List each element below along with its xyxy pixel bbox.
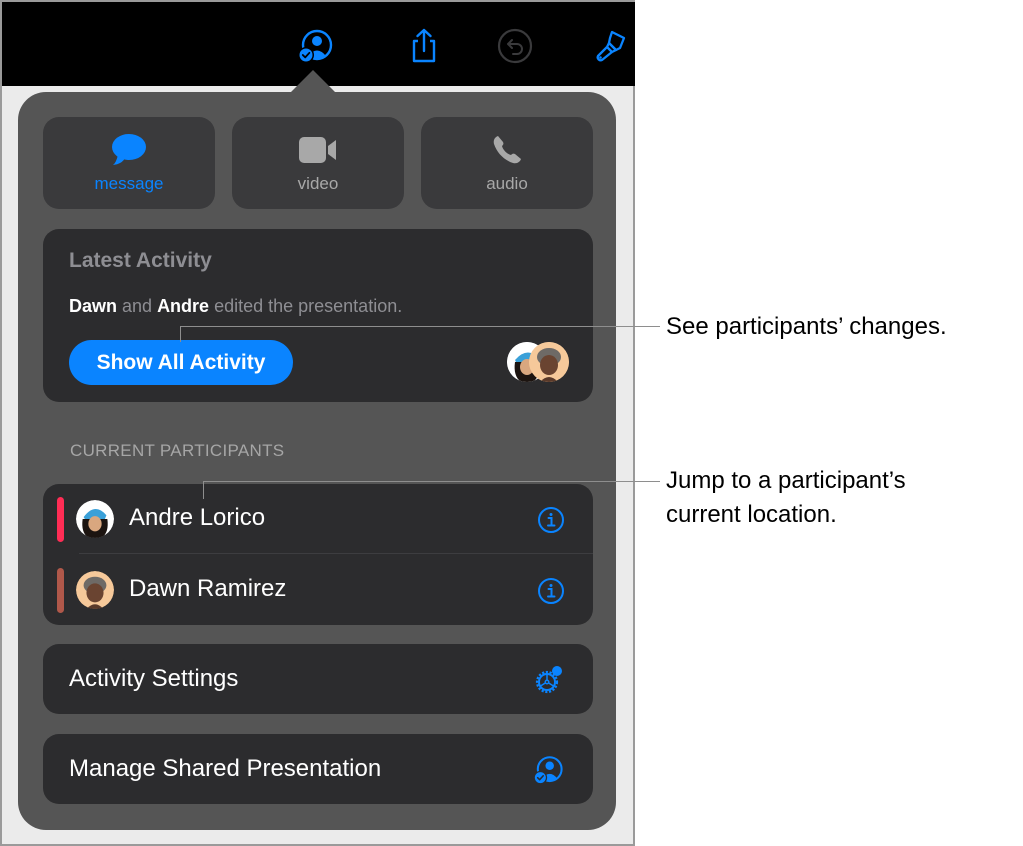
info-icon[interactable] xyxy=(537,577,565,605)
message-button[interactable]: message xyxy=(43,117,215,209)
share-icon[interactable] xyxy=(402,24,446,68)
callout-jump-to-participant: Jump to a participant’s current location… xyxy=(666,464,906,532)
callout-see-changes: See participants’ changes. xyxy=(666,313,947,340)
callout-line-2: current location. xyxy=(666,501,837,528)
activity-avatars xyxy=(507,342,569,382)
current-participants-label: CURRENT PARTICIPANTS xyxy=(70,441,285,460)
participant-row[interactable]: Dawn Ramirez xyxy=(43,555,593,625)
activity-settings-gear-icon xyxy=(531,663,565,697)
message-label: message xyxy=(94,174,164,193)
popover-arrow xyxy=(289,70,337,94)
latest-activity-title: Latest Activity xyxy=(69,249,212,272)
info-icon[interactable] xyxy=(537,506,565,534)
latest-activity-card: Latest Activity Dawn and Andre edited th… xyxy=(43,229,593,402)
editor-name-1: Dawn xyxy=(69,296,118,316)
collaboration-icon xyxy=(531,753,565,787)
callout-leader-2 xyxy=(203,481,660,482)
avatar-dawn-small xyxy=(529,342,569,382)
row-divider xyxy=(79,553,593,554)
participant-name: Dawn Ramirez xyxy=(129,575,287,602)
audio-button[interactable]: audio xyxy=(421,117,593,209)
summary-rest: edited the presentation. xyxy=(209,296,403,316)
activity-summary: Dawn and Andre edited the presentation. xyxy=(69,296,402,317)
avatar xyxy=(76,500,114,538)
participant-color-bar xyxy=(57,497,64,542)
message-bubble-icon xyxy=(110,132,148,168)
editor-name-2: Andre xyxy=(157,296,210,316)
participant-name: Andre Lorico xyxy=(129,504,266,531)
activity-settings-button[interactable]: Activity Settings xyxy=(43,644,593,714)
callout-line-1: Jump to a participant’s xyxy=(666,467,906,494)
participant-color-bar xyxy=(57,568,64,613)
phone-icon xyxy=(491,132,523,168)
callout-leader-1-vertical xyxy=(180,326,181,342)
audio-label: audio xyxy=(486,174,528,193)
manage-shared-label: Manage Shared Presentation xyxy=(69,755,382,782)
callout-leader-2-vertical xyxy=(203,481,204,499)
video-label: video xyxy=(297,174,339,193)
show-all-activity-button[interactable]: Show All Activity xyxy=(69,340,293,385)
manage-shared-presentation-button[interactable]: Manage Shared Presentation xyxy=(43,734,593,804)
participants-list: Andre Lorico Dawn Ramirez xyxy=(43,484,593,625)
collaboration-icon[interactable] xyxy=(293,24,337,68)
video-button[interactable]: video xyxy=(232,117,404,209)
undo-icon[interactable] xyxy=(493,24,537,68)
callout-leader-1 xyxy=(180,326,660,327)
avatar xyxy=(76,571,114,609)
activity-settings-label: Activity Settings xyxy=(69,665,239,692)
summary-conj: and xyxy=(117,296,158,316)
participant-row[interactable]: Andre Lorico xyxy=(43,484,593,554)
video-camera-icon xyxy=(298,132,338,168)
format-brush-icon[interactable] xyxy=(588,24,632,68)
